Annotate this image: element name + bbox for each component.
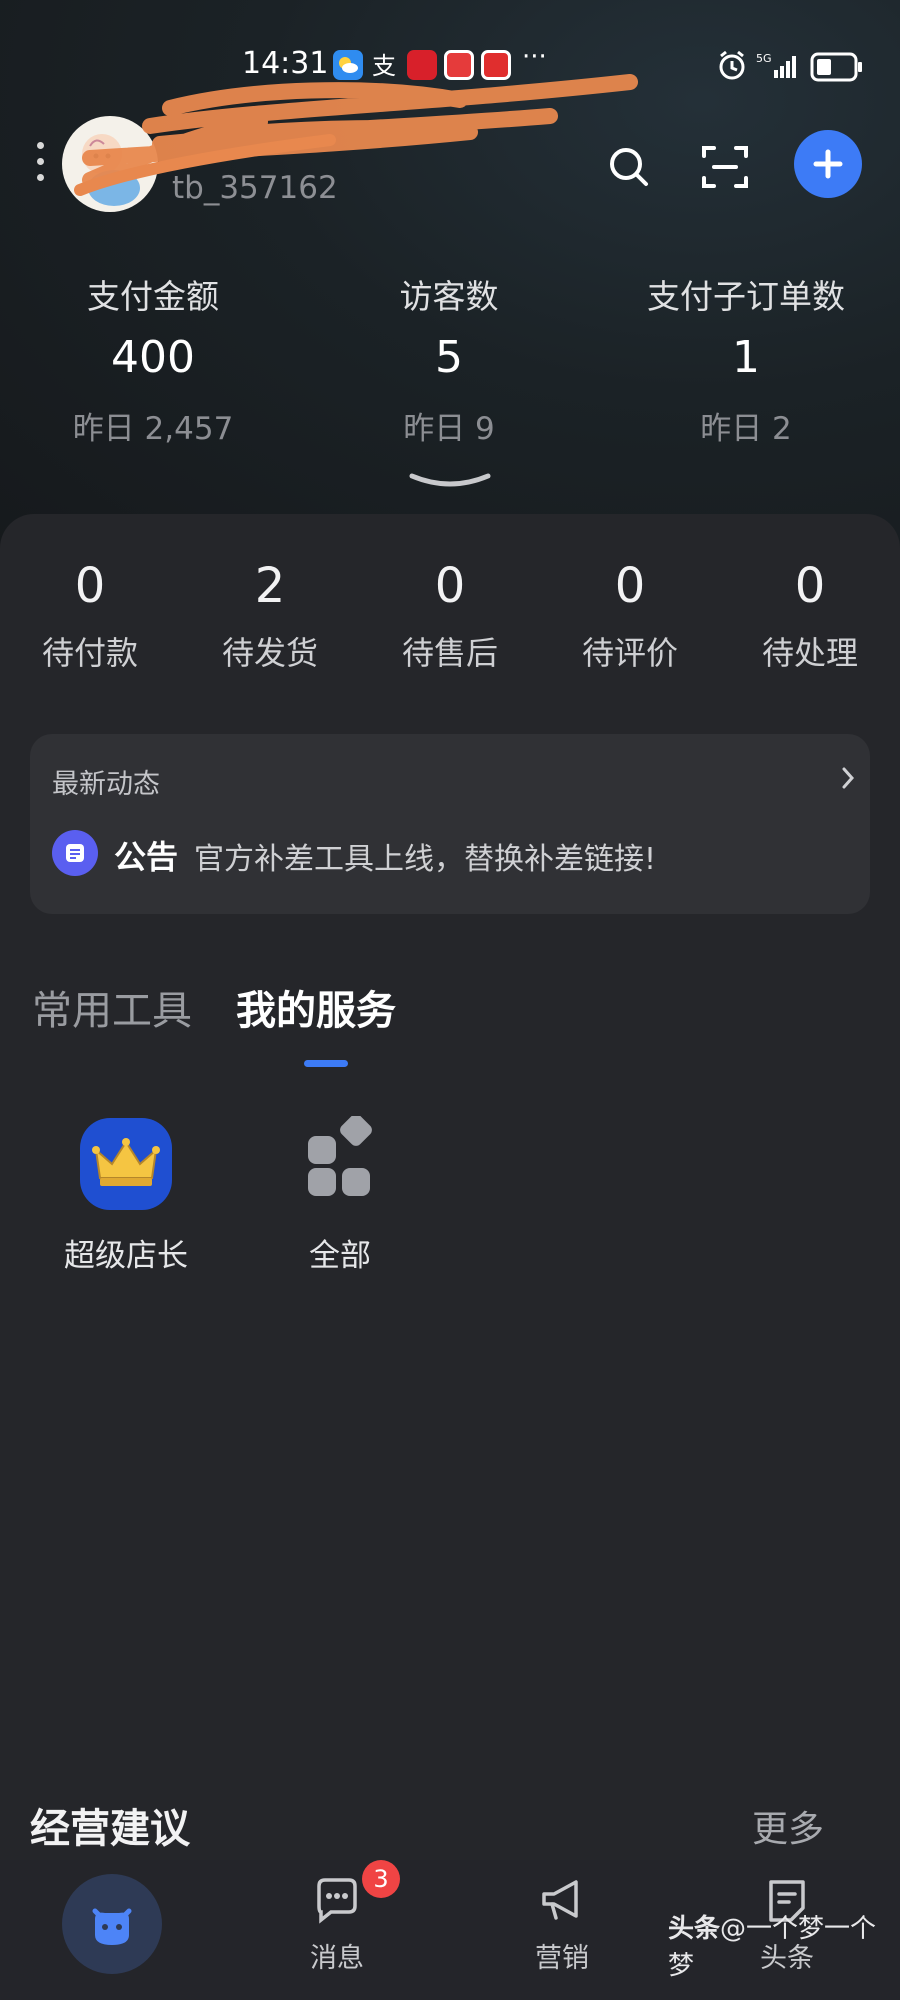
stat-value: 1 — [732, 332, 760, 383]
redaction-scribble — [74, 74, 638, 196]
message-icon — [317, 1878, 357, 1924]
order-label: 待发货 — [221, 634, 318, 672]
add-icon — [813, 149, 843, 179]
order-label: 待处理 — [761, 634, 858, 672]
notice-text[interactable]: 官方补差工具上线，替换补差链接! — [194, 834, 656, 878]
order-pending-review[interactable]: 0 待评价 — [550, 558, 710, 674]
stat-label: 支付子订单数 — [647, 277, 845, 316]
stats-overview: 支付金额 400 昨日 2,457 访客数 5 昨日 9 支付子订单数 1 昨日… — [0, 270, 900, 450]
network-label: 5G — [756, 52, 772, 65]
mascot-icon — [92, 1908, 132, 1945]
signal-icon — [774, 56, 796, 78]
tab-my-services[interactable]: 我的服务 — [236, 978, 396, 1036]
add-button[interactable] — [794, 130, 862, 198]
tab-common-tools[interactable]: 常用工具 — [32, 978, 192, 1036]
notice-tag: 公告 — [114, 838, 179, 876]
order-count: 2 — [254, 558, 286, 614]
nav-marketing[interactable]: 营销 — [502, 1874, 622, 1975]
advice-title: 经营建议 — [30, 1806, 190, 1852]
stat-value: 5 — [435, 332, 463, 383]
stat-payment-amount[interactable]: 支付金额 400 昨日 2,457 — [3, 270, 303, 448]
service-label: 超级店长 — [64, 1238, 188, 1274]
watermark: 头条@一个梦一个梦 — [668, 1908, 900, 1982]
service-super-manager[interactable]: 超级店长 — [36, 1116, 216, 1275]
order-label: 待评价 — [581, 634, 678, 672]
service-all[interactable]: 全部 — [250, 1114, 430, 1275]
main-card: 0 待付款 2 待发货 0 待售后 0 待评价 0 待处理 最新动态 公告 官方… — [0, 514, 900, 2000]
grid-icon — [292, 1114, 388, 1212]
nav-home[interactable] — [62, 1874, 162, 1974]
chevron-down-icon[interactable] — [408, 470, 492, 494]
system-status-icons: 5G — [719, 50, 862, 82]
order-pending-shipment[interactable]: 2 待发货 — [190, 558, 350, 674]
order-pending-payment[interactable]: 0 待付款 — [10, 558, 170, 674]
alarm-icon — [719, 50, 745, 80]
tools-tabs: 常用工具 我的服务 — [0, 978, 900, 1078]
stat-sub-orders[interactable]: 支付子订单数 1 昨日 2 — [596, 270, 896, 448]
order-count: 0 — [74, 558, 106, 614]
megaphone-icon — [542, 1880, 578, 1920]
chevron-right-icon[interactable] — [840, 766, 856, 790]
stat-label: 访客数 — [399, 277, 499, 316]
stat-value: 400 — [111, 332, 195, 383]
order-label: 待售后 — [401, 634, 498, 672]
stat-visitors[interactable]: 访客数 5 昨日 9 — [299, 270, 599, 448]
scan-icon[interactable] — [698, 140, 752, 194]
order-count: 0 — [614, 558, 646, 614]
stat-yesterday: 昨日 2 — [700, 411, 792, 447]
stat-yesterday: 昨日 9 — [403, 411, 495, 447]
tab-indicator — [304, 1060, 348, 1067]
order-status-row: 0 待付款 2 待发货 0 待售后 0 待评价 0 待处理 — [0, 558, 900, 698]
news-card[interactable]: 最新动态 公告 官方补差工具上线，替换补差链接! — [30, 734, 870, 914]
more-notifications-icon: ··· — [522, 42, 547, 72]
battery-icon — [810, 52, 862, 82]
stat-yesterday: 昨日 2,457 — [72, 411, 234, 447]
order-label: 待付款 — [41, 634, 138, 672]
service-label: 全部 — [309, 1238, 371, 1274]
message-badge: 3 — [362, 1860, 400, 1898]
order-count: 0 — [434, 558, 466, 614]
watermark-brand: 头条 — [668, 1914, 721, 1944]
order-count: 0 — [794, 558, 826, 614]
advice-more-link[interactable]: 更多 — [752, 1800, 824, 1852]
more-icon[interactable] — [34, 142, 46, 186]
nav-label: 消息 — [310, 1943, 364, 1974]
order-after-sales[interactable]: 0 待售后 — [370, 558, 530, 674]
nav-label: 营销 — [535, 1943, 589, 1974]
news-title: 最新动态 — [52, 769, 160, 800]
notice-icon — [52, 830, 98, 876]
stat-label: 支付金额 — [87, 277, 219, 316]
order-pending-action[interactable]: 0 待处理 — [730, 558, 890, 674]
crown-icon — [78, 1116, 174, 1212]
